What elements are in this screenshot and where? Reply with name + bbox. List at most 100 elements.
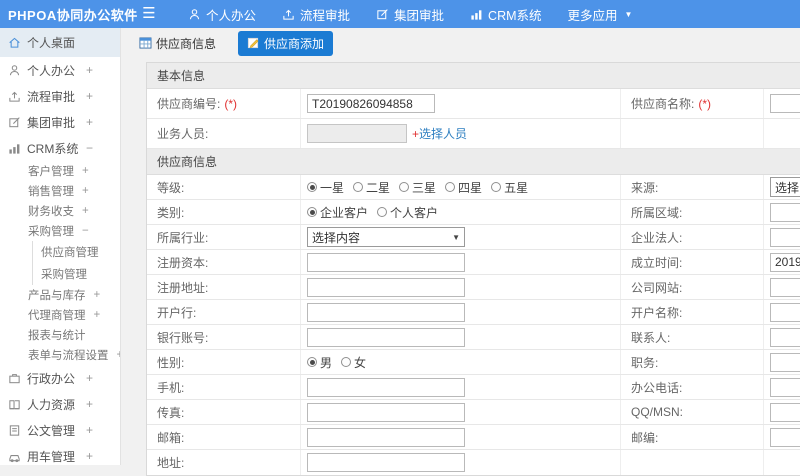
sidebar-item-process-approval[interactable]: 流程审批 + [0,83,120,109]
contact-person-label: 联系人: [621,325,764,349]
nav-item-group-approval[interactable]: 集团审批 [376,5,444,24]
sidebar-item-document-mgmt[interactable]: 公文管理 + [0,417,120,443]
registered-capital-input[interactable] [307,252,465,272]
field-label-text: 邮箱: [157,430,185,445]
category-option-2[interactable]: 个人客户 [377,204,438,221]
sidebar-subitem-form-flow-settings[interactable]: 表单与流程设置 + [0,345,120,365]
level-option-2[interactable]: 二星 [353,179,390,196]
company-website-field [764,275,800,299]
bank-account-field [301,325,621,349]
form-row: 银行账号: 联系人: [147,325,800,350]
sidebar-subitem-product-inventory[interactable]: 产品与库存 + [0,285,120,305]
level-option-3[interactable]: 三星 [399,179,436,196]
sidebar-subitem-reports-statistics[interactable]: 报表与统计 [0,325,120,345]
postcode-input[interactable] [770,427,800,447]
tab-supplier-add[interactable]: 供应商添加 [238,30,334,56]
sidebar-subitem-label: 采购管理 [41,269,87,281]
collapse-minus-icon: − [86,141,94,155]
contact-person-input[interactable] [770,327,800,347]
source-select[interactable]: 选择内容▼ [770,177,800,197]
sidebar-subitem-purchasing[interactable]: 采购管理 [32,263,120,285]
office-phone-input[interactable] [770,377,800,397]
radio-unchecked-icon [377,207,388,217]
region-input[interactable] [770,202,800,222]
sidebar-item-label: 个人桌面 [27,36,76,50]
field-label-text: 联系人: [631,330,671,345]
expand-plus-icon: + [86,449,94,463]
form-row: 注册地址: 公司网站: [147,275,800,300]
home-icon [8,36,21,49]
level-option-1[interactable]: 一星 [307,179,344,196]
sidebar-item-label: 行政办公 [27,371,76,386]
nav-item-label: 流程审批 [300,8,351,23]
sidebar-item-group-approval[interactable]: 集团审批 + [0,109,120,135]
business-person-select-link[interactable]: +选择人员 [412,125,467,142]
business-person-input[interactable] [307,124,407,143]
radio-checked-icon [307,182,317,192]
supplier-code-input[interactable] [307,94,435,113]
sidebar-subitem-purchase-mgmt[interactable]: 采购管理 − [0,221,120,241]
sidebar-subitem-customer-mgmt[interactable]: 客户管理 + [0,161,120,181]
level-option-5[interactable]: 五星 [491,179,528,196]
field-label-text: 开户名称: [631,305,683,320]
briefcase-icon [8,372,21,385]
form-row: 供应商编号:(*)供应商名称:(*) [147,89,800,119]
legal-person-input[interactable] [770,227,800,247]
form-row: 性别: 男女职务: [147,350,800,375]
region-label: 所属区域: [621,200,764,224]
field-label-text: 地址: [157,456,185,470]
supplier-name-input[interactable] [770,94,800,113]
chevron-down-icon: ▼ [624,9,633,19]
company-website-input[interactable] [770,277,800,297]
fax-input[interactable] [307,402,465,422]
expand-plus-icon: + [82,205,89,217]
postcode-label: 邮编: [621,425,764,449]
sidebar-subitem-sales-mgmt[interactable]: 销售管理 + [0,181,120,201]
sidebar-item-personal-desktop[interactable]: 个人桌面 [0,28,120,57]
sidebar-item-crm-system[interactable]: CRM系统 − [0,135,120,161]
sidebar-subitem-label: 财务收支 [28,206,74,218]
hamburger-icon[interactable]: ☰ [132,0,166,28]
radio-option-label: 四星 [458,180,483,195]
level-option-4[interactable]: 四星 [445,179,482,196]
office-phone-field [764,375,800,399]
bank-branch-input[interactable] [307,302,465,322]
sidebar-item-vehicle-mgmt[interactable]: 用车管理 + [0,443,120,465]
selected-value: 选择内容 [312,230,361,245]
contact-person-field [764,325,800,349]
email-input[interactable] [307,427,465,447]
sidebar-item-human-resources[interactable]: 人力资源 + [0,391,120,417]
industry-select[interactable]: 选择内容 ▼ [307,227,465,247]
nav-item-crm-system[interactable]: CRM系统 [470,5,542,24]
sidebar-subitem-agent-mgmt[interactable]: 代理商管理 + [0,305,120,325]
address-input[interactable] [307,453,465,472]
empty-field [764,450,800,475]
address-label: 地址: [147,450,301,475]
qq-msn-input[interactable] [770,402,800,422]
field-label-text: 邮编: [631,430,659,445]
gender-option-1[interactable]: 男 [307,354,332,371]
qq-msn-field [764,400,800,424]
account-name-input[interactable] [770,302,800,322]
sidebar-subitem-finance-income-expense[interactable]: 财务收支 + [0,201,120,221]
bank-account-input[interactable] [307,327,465,347]
tab-supplier-info[interactable]: 供应商信息 [133,31,222,56]
radio-checked-icon [307,207,317,217]
tab-label: 供应商添加 [264,36,325,51]
sidebar-subitem-supplier-mgmt[interactable]: 供应商管理 [32,241,120,263]
sidebar-item-personal-office[interactable]: 个人办公 + [0,57,120,83]
established-date-field [764,250,800,274]
sidebar-item-admin-office[interactable]: 行政办公 + [0,365,120,391]
established-date-input[interactable] [770,252,800,272]
nav-item-personal-office[interactable]: 个人办公 [188,5,256,24]
registered-address-input[interactable] [307,277,465,297]
gender-option-2[interactable]: 女 [341,354,366,371]
category-label: 类别: [147,200,301,224]
field-label-text: 开户行: [157,305,197,320]
mobile-input[interactable] [307,377,465,397]
position-input[interactable] [770,352,800,372]
table-icon [139,37,152,49]
nav-item-more-apps[interactable]: 更多应用 ▼ [568,5,633,24]
category-option-1[interactable]: 企业客户 [307,204,368,221]
nav-item-process-approval[interactable]: 流程审批 [282,5,350,24]
